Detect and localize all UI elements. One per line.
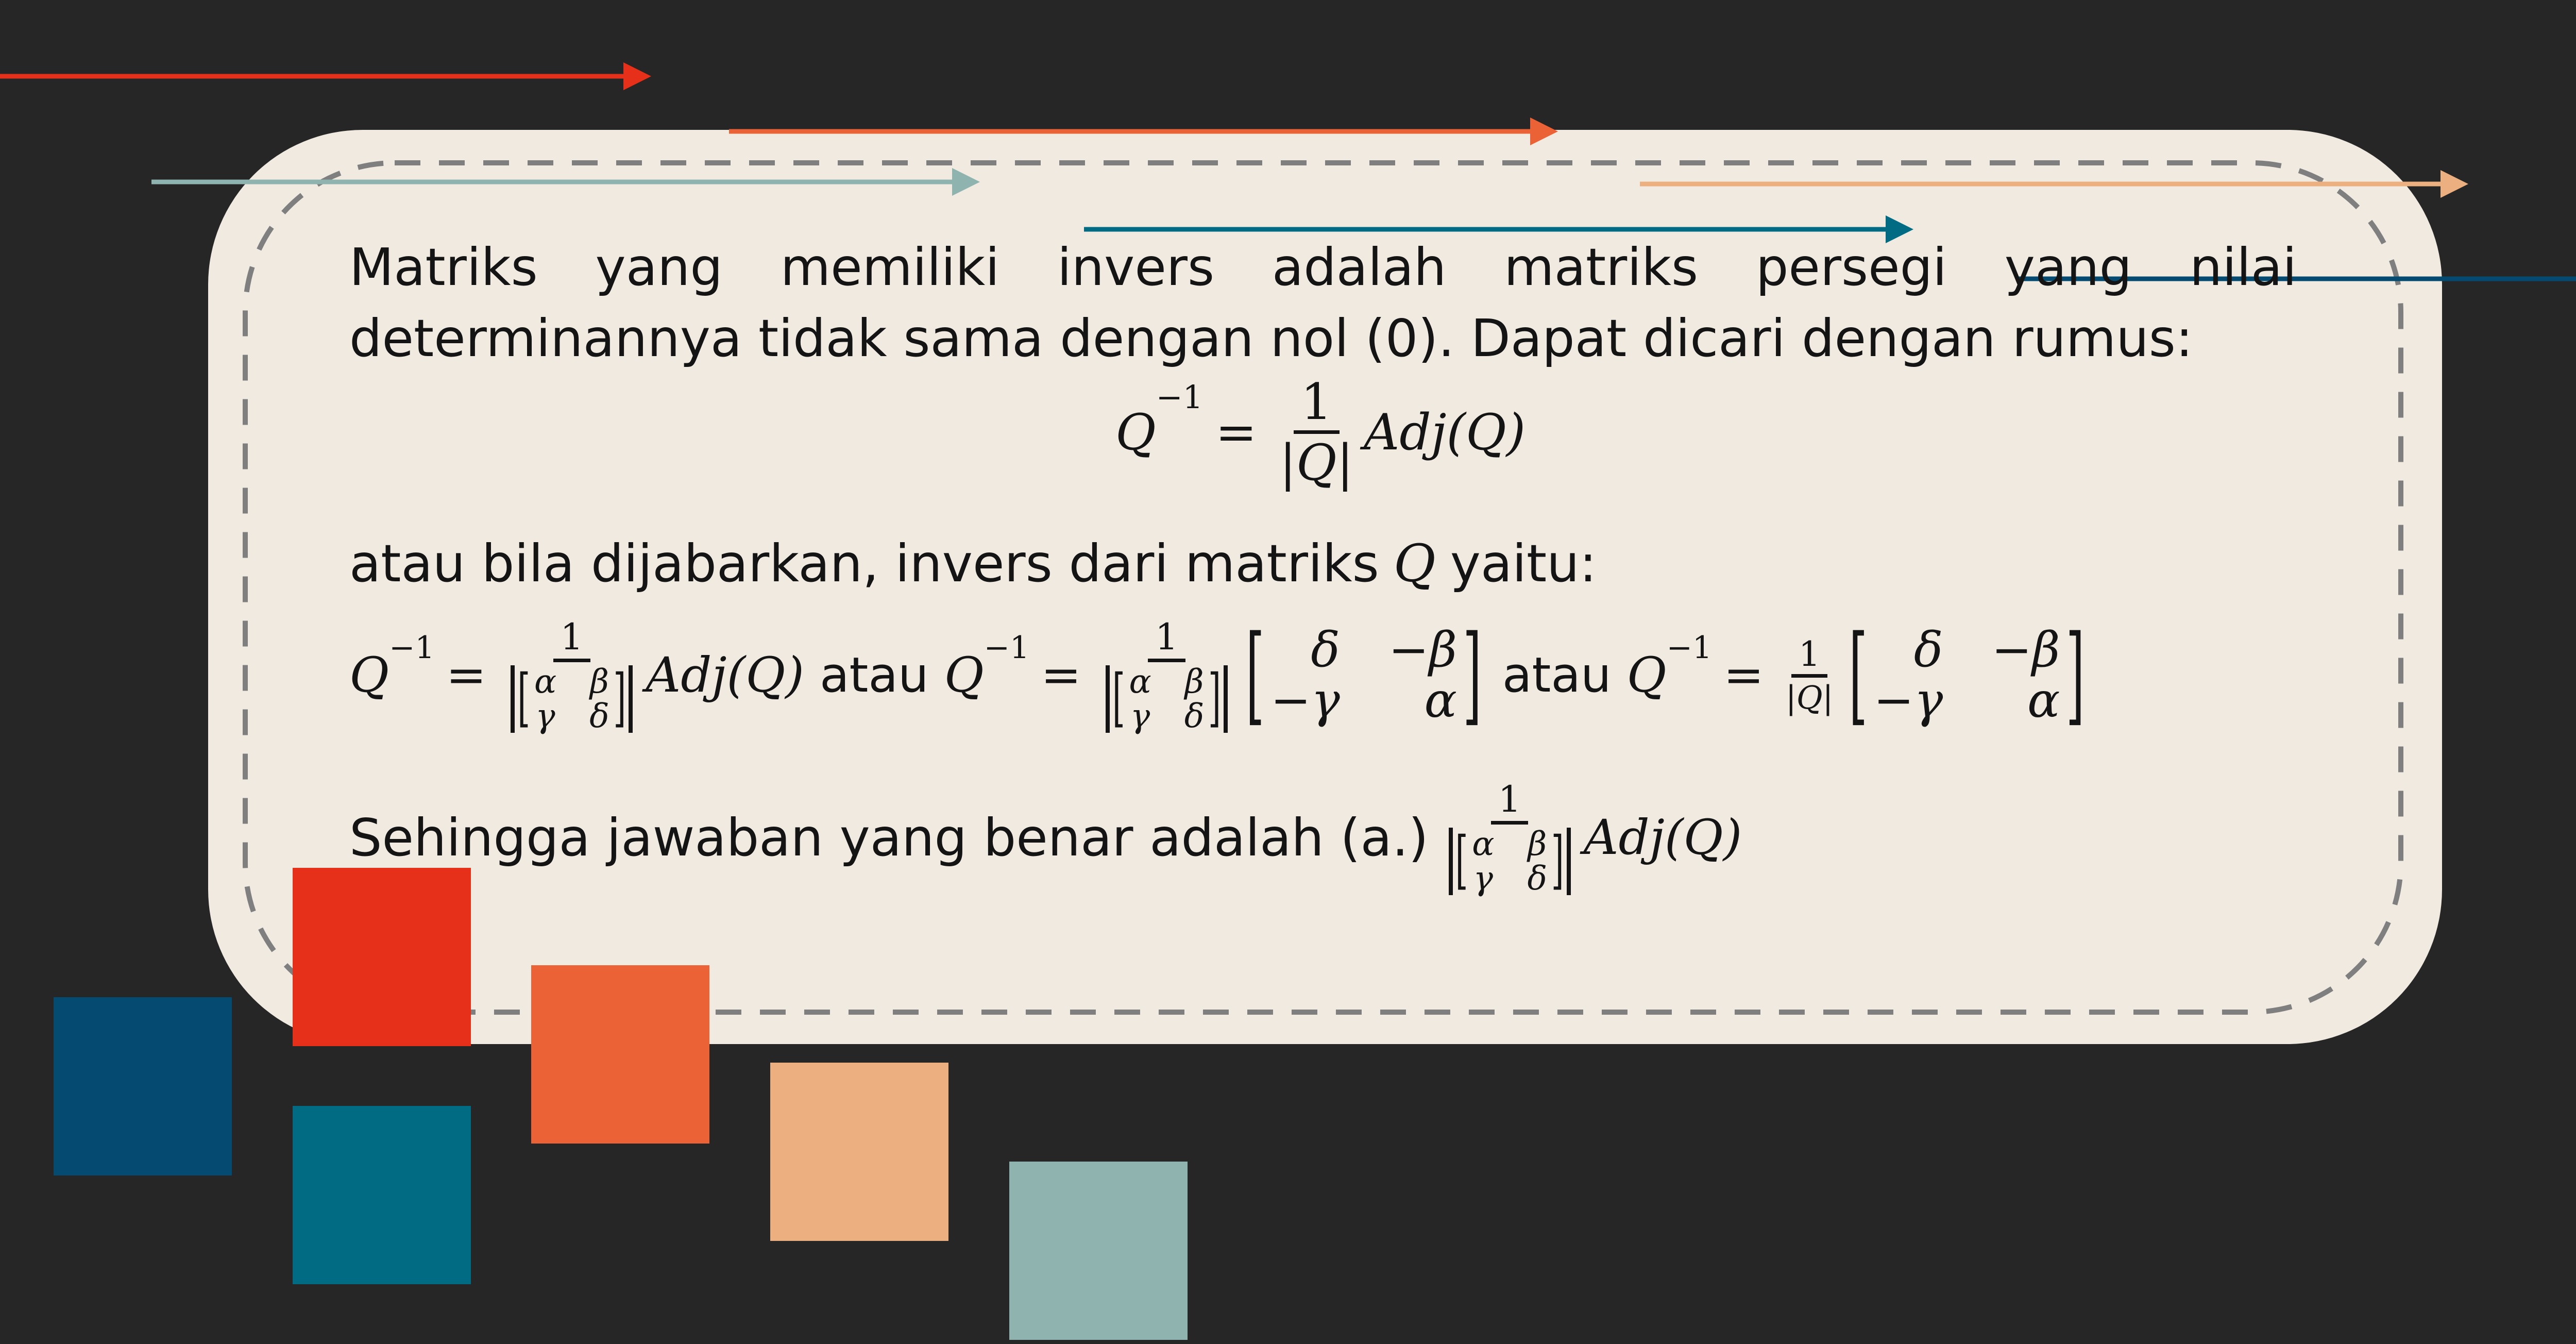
answer-fraction: 1 [ αβ γδ ] [1442, 780, 1578, 895]
entry-delta: δ [1311, 621, 1340, 678]
expanded-equals: = [1041, 647, 1081, 704]
explain-variable: Q [1393, 533, 1436, 594]
fraction-numerator: 1 [1148, 618, 1185, 662]
expanded-equals: = [446, 647, 487, 704]
atau-text: atau [1502, 647, 1612, 704]
entry-gamma: γ [535, 697, 555, 735]
square-peach [770, 1063, 948, 1241]
entry-alpha: α [534, 662, 557, 701]
conclusion-line: Sehingga jawaban yang benar adalah (a.) … [349, 780, 1742, 895]
adjugate-matrix: [ δ −β −γ α ] [1245, 613, 1482, 737]
intro-paragraph: Matriks yang memiliki invers adalah matr… [349, 237, 2297, 368]
entry-delta: δ [1184, 697, 1205, 735]
expanded-exponent: −1 [389, 630, 435, 666]
entry-delta: δ [1527, 859, 1548, 898]
fraction-denominator: |Q| [1279, 433, 1353, 492]
conclusion-text: Sehingga jawaban yang benar adalah (a.) [349, 808, 1429, 868]
fraction-over-determinant: 1 [ αβ γδ ] [504, 618, 639, 733]
square-sage [1009, 1162, 1188, 1340]
formula-adjoint: Adj(Q) [1363, 404, 1526, 462]
fraction-numerator: 1 [553, 618, 591, 662]
answer-adjoint: Adj(Q) [1583, 810, 1742, 866]
entry-alpha: α [1129, 662, 1151, 701]
determinant-matrix: [ αβ γδ ] [504, 662, 639, 733]
formula-lhs: Q [1115, 404, 1156, 462]
entry-gamma: γ [1130, 697, 1150, 735]
determinant-matrix: [ αβ γδ ] [1099, 662, 1234, 733]
formula-equals: = [1215, 404, 1257, 462]
entry-delta: δ [1913, 621, 1943, 678]
fraction-over-det-q: 1 |Q| [1782, 636, 1838, 717]
entry-beta: β [589, 662, 609, 701]
explain-text: atau bila dijabarkan, invers dari matrik… [349, 533, 1379, 594]
expanded-equals: = [1723, 647, 1764, 704]
entry-gamma: γ [1473, 859, 1494, 898]
fraction-numerator: 1 [1490, 780, 1529, 825]
entry-neg-gamma: −γ [1270, 673, 1340, 729]
expanded-formula: Q −1 = 1 [ αβ γδ ] Adj(Q) atau Q −1 = 1 [ … [349, 613, 2090, 737]
entry-beta: β [1184, 662, 1204, 701]
entry-alpha: α [2027, 673, 2060, 729]
expanded-exponent: −1 [984, 630, 1030, 666]
expanded-q: Q [349, 647, 389, 704]
explain-line: atau bila dijabarkan, invers dari matrik… [349, 533, 1597, 594]
fraction-denominator: |Q| [1785, 679, 1834, 717]
entry-delta: δ [589, 697, 609, 735]
entry-alpha: α [1472, 825, 1495, 863]
entry-alpha: α [1424, 673, 1457, 729]
expanded-exponent: −1 [1666, 630, 1713, 666]
expanded-adjoint: Adj(Q) [646, 647, 804, 704]
square-orange [531, 965, 709, 1144]
formula-exponent: −1 [1156, 378, 1204, 416]
expanded-q: Q [1626, 647, 1667, 704]
fraction-numerator: 1 [1293, 376, 1340, 434]
determinant-matrix: [ αβ γδ ] [1442, 825, 1578, 895]
square-teal [293, 1106, 471, 1284]
atau-text: atau [819, 647, 929, 704]
entry-neg-gamma: −γ [1873, 673, 1943, 729]
square-navy [54, 997, 232, 1175]
expanded-q: Q [944, 647, 984, 704]
fraction-over-determinant: 1 [ αβ γδ ] [1099, 618, 1234, 733]
formula-fraction: 1 |Q| [1276, 376, 1358, 489]
fraction-numerator: 1 [1791, 636, 1828, 678]
adjugate-matrix: [ δ −β −γ α ] [1849, 613, 2085, 737]
entry-beta: β [1528, 825, 1547, 863]
entry-neg-beta: −β [1388, 621, 1457, 678]
inverse-formula: Q −1 = 1 |Q| Adj(Q) [1115, 376, 1526, 489]
explain-tail: yaitu: [1450, 533, 1597, 594]
entry-neg-beta: −β [1991, 621, 2060, 678]
